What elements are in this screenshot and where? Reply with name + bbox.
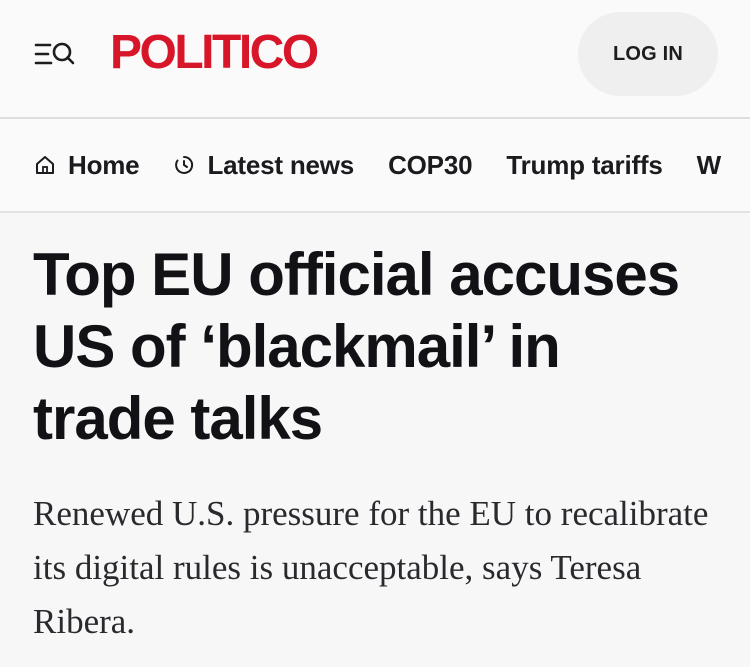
section-nav: Home Latest news COP30 Trump tariffs W [0, 119, 750, 213]
nav-item-latest-news[interactable]: Latest news [173, 150, 354, 181]
article-dek: Renewed U.S. pressure for the EU to reca… [33, 494, 709, 641]
clock-icon [175, 155, 194, 174]
nav-item-label: Trump tariffs [506, 149, 663, 180]
article-headline: Top EU official accuses US of ‘blackmail… [33, 241, 680, 452]
nav-item-trump-tariffs[interactable]: Trump tariffs [506, 149, 663, 181]
article-header: Top EU official accuses US of ‘blackmail… [0, 213, 750, 649]
login-button[interactable]: LOG IN [578, 12, 718, 96]
nav-list: Home Latest news COP30 Trump tariffs W [34, 119, 750, 211]
nav-item-label: W [696, 149, 722, 180]
home-icon [36, 156, 54, 174]
site-header: POLITICO LOG IN [0, 0, 750, 119]
nav-item-cop30[interactable]: COP30 [388, 150, 472, 181]
politico-logo[interactable]: POLITICO [110, 25, 319, 81]
menu-search-icon[interactable] [34, 38, 76, 70]
nav-item-label: COP30 [388, 149, 473, 180]
nav-item-truncated[interactable]: W [696, 149, 722, 181]
nav-item-label: Home [68, 149, 140, 180]
nav-item-label: Latest news [207, 149, 355, 180]
nav-item-home[interactable]: Home [34, 149, 140, 181]
